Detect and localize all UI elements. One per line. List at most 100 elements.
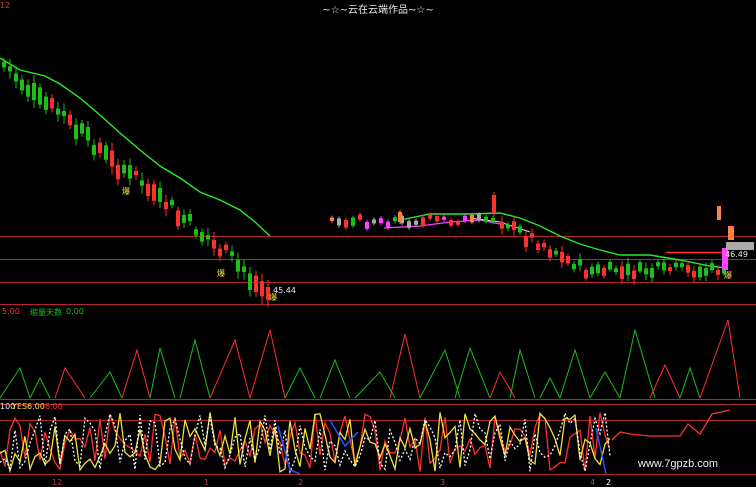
- x-tick: 1: [204, 478, 210, 487]
- candle-body: [188, 213, 192, 222]
- candle-body: [620, 266, 624, 279]
- candle-body: [590, 266, 594, 275]
- candle-body: [536, 243, 540, 250]
- candle-body: [38, 87, 42, 105]
- candle-body: [398, 212, 402, 222]
- candle-body: [254, 275, 258, 293]
- candle-body: [14, 73, 18, 82]
- x-tick: 12: [52, 478, 63, 487]
- candle-body: [650, 267, 654, 278]
- candle-body: [704, 268, 708, 276]
- candle-body: [518, 226, 522, 233]
- candle-body: [330, 217, 334, 221]
- candle-body: [200, 232, 204, 242]
- candle-body: [584, 270, 588, 279]
- candle-body: [491, 217, 495, 223]
- candle-body: [463, 215, 467, 222]
- osc-label-b: YES: [12, 402, 28, 411]
- candle-body: [86, 127, 90, 141]
- candle-body: [506, 224, 510, 229]
- vol-triangle: [29, 376, 51, 399]
- vol-triangle: [539, 376, 561, 399]
- candle-body: [449, 219, 453, 226]
- candle-body: [170, 200, 174, 206]
- candle-body: [122, 164, 126, 174]
- candle-body: [104, 145, 108, 160]
- candle-body: [242, 266, 246, 273]
- vol-triangle: [249, 329, 286, 399]
- oscillator-series: [0, 409, 731, 475]
- candle-body: [176, 210, 180, 227]
- candle-body: [365, 221, 369, 229]
- candle-body: [656, 262, 660, 267]
- watermark: www.7gpzb.com: [638, 458, 719, 470]
- vol-label-a: 5.00: [2, 307, 20, 316]
- candle-body: [92, 144, 96, 156]
- candle-body: [407, 221, 411, 228]
- candle-body: [492, 195, 496, 213]
- candle-body: [477, 214, 481, 221]
- candle-body: [134, 170, 138, 176]
- x-tick-last: 2: [606, 478, 612, 487]
- vol-triangle: [354, 371, 396, 399]
- candle-body: [56, 108, 60, 115]
- candle-body: [2, 61, 6, 68]
- candle-body: [554, 250, 558, 255]
- candle-body: [98, 142, 102, 154]
- candle-body: [560, 251, 564, 263]
- candle-body: [80, 123, 84, 134]
- candle-body: [710, 263, 714, 271]
- price-tag: [726, 242, 754, 250]
- osc-label-d: 6.00: [45, 402, 63, 411]
- vol-triangle: [589, 370, 621, 399]
- vol-triangle: [149, 347, 176, 399]
- candle-body: [8, 66, 12, 72]
- burst-marker: 爆: [217, 269, 225, 278]
- vol-triangle: [619, 329, 656, 399]
- candle-body: [512, 221, 516, 231]
- candle-body: [62, 110, 66, 117]
- right-price-label: 46.49: [725, 250, 748, 259]
- candle-body: [435, 216, 439, 222]
- osc-line-yellow: [0, 411, 611, 474]
- candle-body: [548, 249, 552, 258]
- stock-chart[interactable]: [0, 0, 756, 487]
- candle-body: [393, 217, 397, 222]
- candle-body: [428, 214, 432, 219]
- vol-triangle: [0, 366, 31, 399]
- candle-body: [146, 183, 150, 197]
- candle-body: [337, 218, 341, 226]
- candle-body: [344, 220, 348, 228]
- volume-count-series: [0, 319, 741, 399]
- candle-body: [68, 114, 72, 126]
- candle-body: [44, 96, 48, 110]
- candle-body: [596, 264, 600, 274]
- osc-line-red-right: [611, 409, 731, 441]
- vol-label-c: 0.00: [66, 307, 84, 316]
- candle-body: [32, 82, 36, 101]
- vol-triangle: [209, 338, 251, 399]
- candle-body: [470, 215, 474, 223]
- candle-body: [260, 281, 264, 297]
- vol-triangle: [389, 333, 421, 399]
- candle-body: [414, 220, 418, 225]
- candle-body: [128, 165, 132, 179]
- candle-body: [572, 263, 576, 270]
- vol-triangle: [509, 348, 536, 399]
- vol-triangle: [559, 348, 591, 399]
- candle-body: [379, 218, 383, 224]
- candle-body: [626, 263, 630, 276]
- burst-marker: 爆: [724, 271, 732, 280]
- x-tick: 3: [440, 478, 446, 487]
- candle-body: [524, 236, 528, 248]
- candle-body: [110, 150, 114, 167]
- candle-body: [484, 216, 488, 222]
- candle-body: [421, 217, 425, 226]
- candle-body: [194, 229, 198, 236]
- candle-body: [698, 266, 702, 278]
- osc-line-blue: [329, 419, 359, 448]
- burst-marker: 爆: [269, 293, 277, 302]
- candle-body: [372, 219, 376, 224]
- candle-body: [644, 268, 648, 275]
- candle-body: [668, 267, 672, 272]
